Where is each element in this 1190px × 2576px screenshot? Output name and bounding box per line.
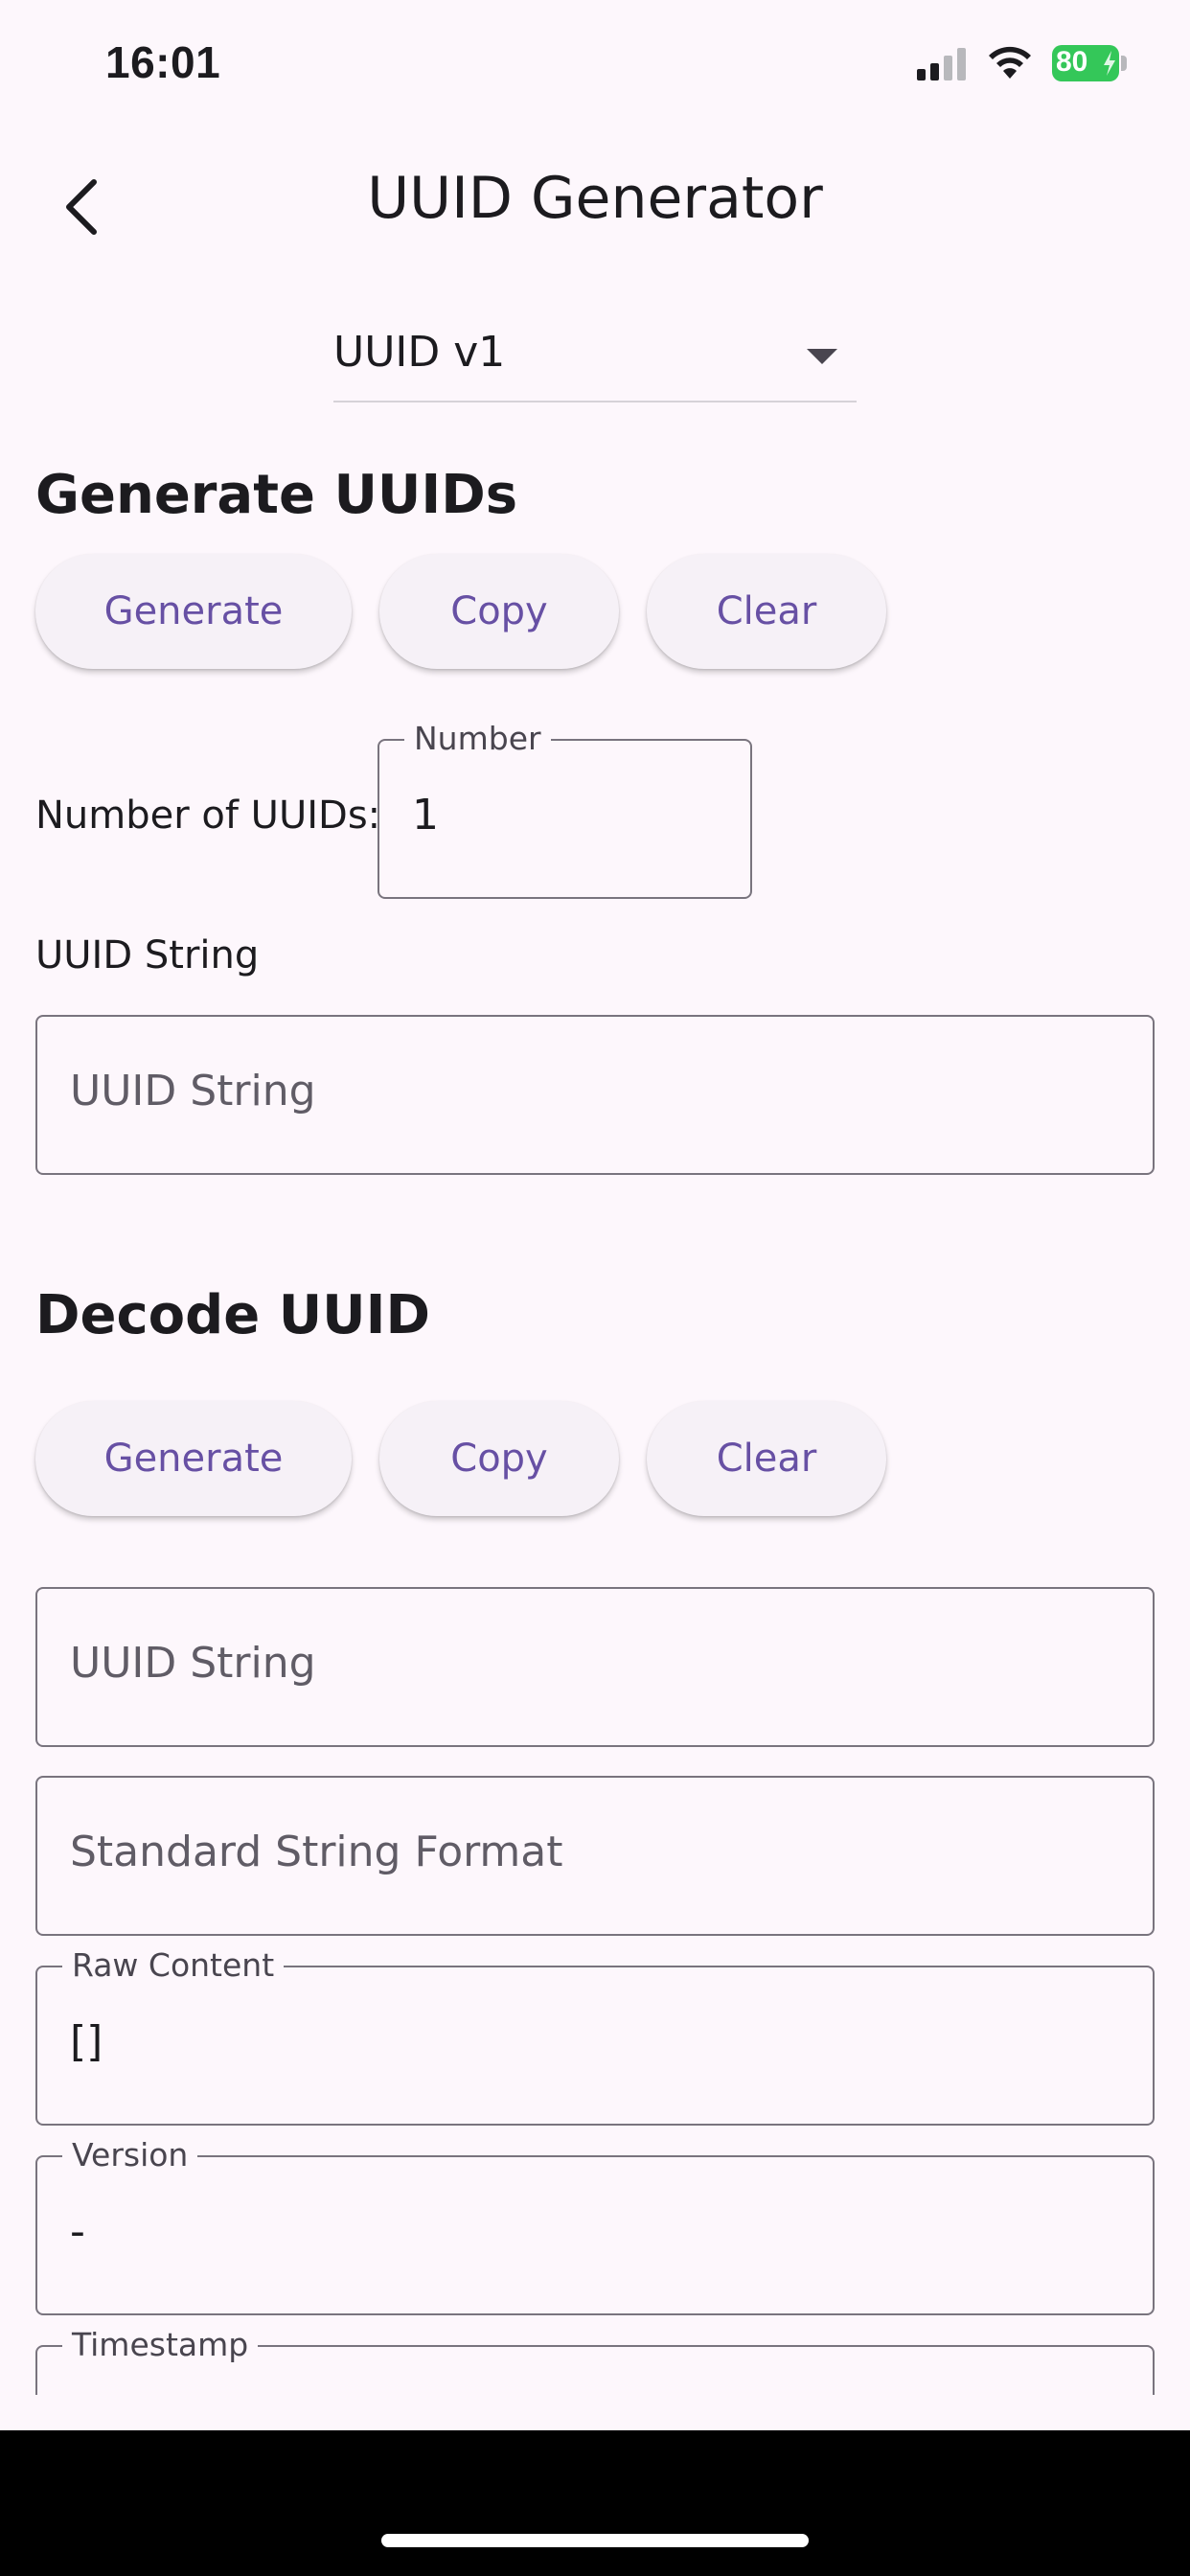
timestamp-field-clip: Timestamp [35, 2324, 1155, 2395]
raw-content-value: [] [70, 2017, 103, 2066]
copy-button[interactable]: Copy [379, 554, 619, 669]
raw-content-label: Raw Content [62, 1944, 285, 1987]
decode-copy-button[interactable]: Copy [379, 1401, 619, 1516]
number-input[interactable]: Number 1 [378, 718, 752, 899]
caret-down-icon [807, 349, 837, 364]
standard-string-format-placeholder: Standard String Format [70, 1828, 563, 1876]
number-input-value: 1 [412, 791, 439, 840]
battery-tip [1121, 56, 1127, 71]
decode-section-title: Decode UUID [35, 1284, 430, 1346]
home-bar-area [0, 2430, 1190, 2576]
number-input-label: Number [404, 718, 551, 760]
uuid-version-dropdown[interactable]: UUID v1 [333, 322, 857, 402]
decode-generate-button[interactable]: Generate [35, 1401, 352, 1516]
cellular-signal-icon [917, 48, 969, 80]
standard-string-format-field[interactable]: Standard String Format [35, 1776, 1155, 1936]
version-value: - [70, 2207, 85, 2256]
timestamp-label: Timestamp [62, 2324, 259, 2366]
uuid-string-label: UUID String [35, 933, 260, 978]
page-title: UUID Generator [367, 165, 823, 232]
version-label: Version [62, 2134, 198, 2176]
status-time: 16:01 [105, 37, 221, 87]
wifi-icon [989, 46, 1031, 79]
generated-uuid-string-field[interactable]: UUID String [35, 1015, 1155, 1175]
generate-section-title: Generate UUIDs [35, 464, 518, 526]
number-of-uuids-label: Number of UUIDs: [35, 794, 381, 838]
decode-clear-button[interactable]: Clear [647, 1401, 886, 1516]
raw-content-field[interactable]: Raw Content [] [35, 1944, 1155, 2126]
dropdown-selected-value: UUID v1 [333, 328, 506, 377]
decode-uuid-string-placeholder: UUID String [70, 1639, 316, 1688]
version-field[interactable]: Version - [35, 2134, 1155, 2315]
clear-button[interactable]: Clear [647, 554, 886, 669]
decode-uuid-string-field[interactable]: UUID String [35, 1587, 1155, 1747]
generate-button[interactable]: Generate [35, 554, 352, 669]
battery-icon: 80 [1052, 45, 1119, 81]
generated-uuid-string-placeholder: UUID String [70, 1067, 316, 1116]
battery-level: 80 [1056, 46, 1088, 78]
charging-bolt-icon [1104, 51, 1115, 76]
home-indicator[interactable] [381, 2534, 809, 2547]
